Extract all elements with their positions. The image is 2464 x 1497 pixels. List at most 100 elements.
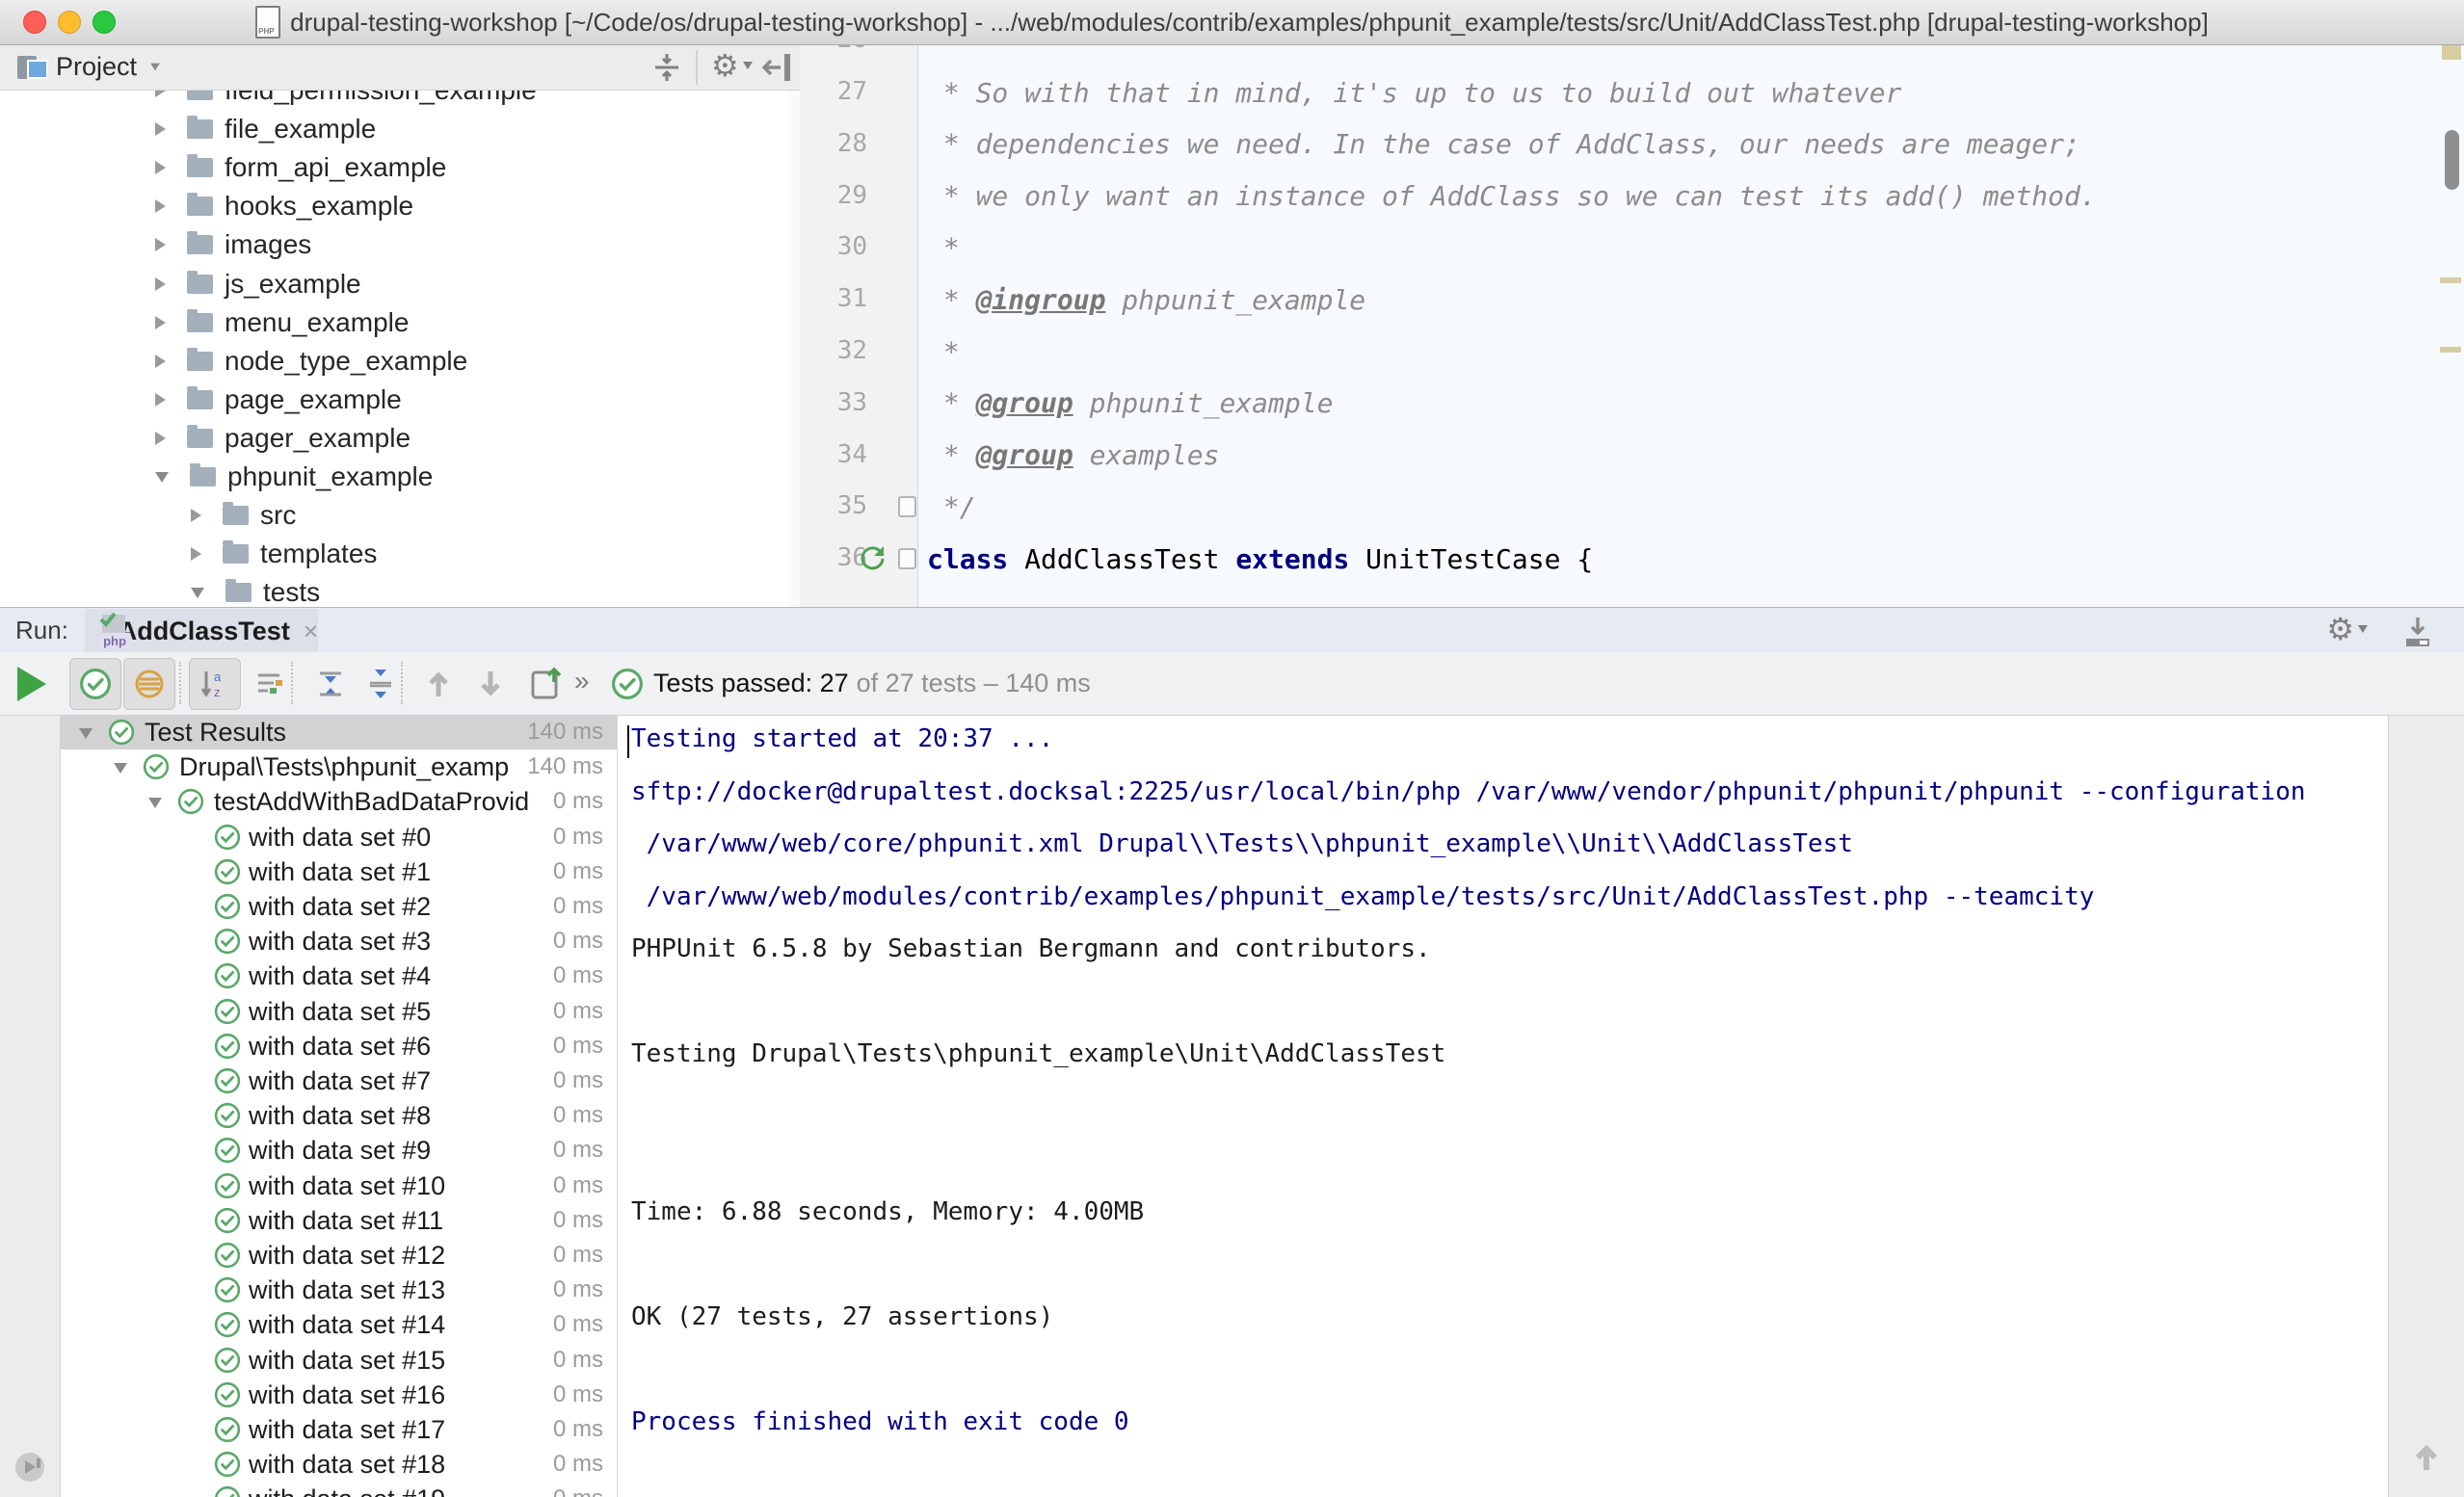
test-tree-row[interactable]: with data set #130 ms — [60, 1273, 617, 1307]
test-tree-row[interactable]: testAddWithBadDataProvid0 ms — [60, 784, 617, 819]
project-tree-item[interactable]: tests — [0, 573, 977, 612]
test-tree-row[interactable]: Test Results140 ms — [60, 715, 617, 749]
project-panel-title[interactable]: Project — [56, 52, 137, 82]
minimize-window-button[interactable] — [58, 11, 81, 34]
fold-marker[interactable] — [898, 548, 916, 569]
test-name: with data set #13 — [249, 1275, 445, 1305]
test-tree-row[interactable]: with data set #150 ms — [60, 1343, 617, 1378]
sort-by-duration-button[interactable] — [243, 658, 295, 710]
test-tree-row[interactable]: with data set #30 ms — [60, 924, 617, 959]
expand-all-button[interactable] — [305, 658, 357, 710]
test-tree-row[interactable]: with data set #110 ms — [60, 1203, 617, 1238]
line-number: 35 — [800, 491, 867, 520]
run-test-gutter-icon[interactable] — [858, 544, 887, 578]
test-tree-row[interactable]: with data set #120 ms — [60, 1238, 617, 1273]
test-tree-row[interactable]: with data set #90 ms — [60, 1133, 617, 1168]
code-segment: * — [927, 439, 976, 471]
scrollbar-marker — [2440, 277, 2461, 283]
run-panel-tab-bar: Run: php AddClassTest × ⚙ — [0, 607, 2464, 653]
test-tree-row[interactable]: with data set #100 ms — [60, 1169, 617, 1203]
close-window-button[interactable] — [23, 11, 46, 34]
run-panel-settings-button[interactable]: ⚙ — [2326, 614, 2368, 644]
run-left-toolbar — [0, 715, 61, 1497]
console-caret — [627, 725, 629, 758]
project-panel-header: Project ⚙ — [0, 44, 800, 91]
test-tree-row[interactable]: with data set #170 ms — [60, 1412, 617, 1447]
close-tab-icon[interactable]: × — [304, 617, 318, 646]
chevron-down-icon[interactable] — [150, 64, 160, 71]
chevron-right-icon[interactable] — [155, 393, 166, 407]
chevron-down-icon[interactable] — [114, 763, 127, 774]
line-number: 32 — [800, 336, 867, 365]
previous-failed-test-button[interactable] — [412, 658, 464, 710]
test-tree-row[interactable]: with data set #10 ms — [60, 854, 617, 889]
chevron-right-icon[interactable] — [155, 277, 166, 291]
hide-panel-button[interactable] — [761, 52, 794, 88]
test-tree-row[interactable]: with data set #00 ms — [60, 820, 617, 854]
chevron-right-icon[interactable] — [155, 161, 166, 174]
test-tree-row[interactable]: with data set #50 ms — [60, 994, 617, 1029]
test-passed-icon — [214, 1033, 241, 1060]
folder-icon — [187, 313, 213, 332]
show-passed-toggle[interactable] — [69, 658, 121, 710]
chevron-right-icon[interactable] — [155, 316, 166, 329]
test-tree-row[interactable]: with data set #80 ms — [60, 1098, 617, 1133]
test-tree-row[interactable]: with data set #16 0 ms — [60, 1378, 617, 1412]
test-tree-row[interactable]: Drupal\Tests\phpunit_examp140 ms — [60, 749, 617, 784]
zoom-window-button[interactable] — [93, 11, 116, 34]
chevron-right-icon[interactable] — [155, 122, 166, 136]
show-ignored-toggle[interactable] — [123, 658, 175, 710]
project-settings-button[interactable]: ⚙ — [711, 50, 753, 81]
test-tree-row[interactable]: with data set #190 ms — [60, 1482, 617, 1497]
chevron-right-icon[interactable] — [155, 199, 166, 213]
test-name: with data set #9 — [249, 1136, 431, 1166]
scroll-up-icon[interactable] — [2410, 1439, 2443, 1479]
test-tree-row[interactable]: with data set #180 ms — [60, 1447, 617, 1482]
test-name: with data set #16 — [249, 1380, 445, 1410]
collapse-all-button[interactable] — [649, 52, 684, 88]
chevron-right-icon[interactable] — [155, 238, 166, 251]
folder-icon — [187, 197, 213, 216]
code-segment: @ingroup — [976, 284, 1106, 316]
run-tab-addclasstest[interactable]: php AddClassTest × — [85, 609, 318, 653]
chevron-down-icon[interactable] — [155, 472, 169, 483]
code-line: * — [927, 332, 960, 371]
code-segment: * we only want an instance of AddClass s… — [927, 180, 2097, 212]
chevron-down-icon[interactable] — [148, 798, 162, 808]
test-passed-icon — [214, 858, 241, 885]
test-tree-row[interactable]: with data set #20 ms — [60, 889, 617, 924]
svg-text:z: z — [214, 685, 221, 699]
toolbar-overflow-chevron[interactable]: » — [574, 666, 590, 696]
sort-alphabetically-toggle[interactable]: az — [189, 658, 241, 710]
chevron-right-icon[interactable] — [155, 432, 166, 445]
test-tree-row[interactable]: with data set #140 ms — [60, 1307, 617, 1342]
import-test-results-button[interactable] — [520, 658, 572, 710]
line-number: 27 — [800, 77, 867, 106]
next-failed-test-button[interactable] — [464, 658, 517, 710]
toolbar-separator — [401, 662, 403, 704]
collapse-all-button[interactable] — [355, 658, 407, 710]
test-tree-row[interactable]: with data set #60 ms — [60, 1029, 617, 1064]
test-duration: 0 ms — [553, 1381, 603, 1408]
chevron-right-icon[interactable] — [191, 547, 201, 561]
rerun-tests-button[interactable] — [6, 658, 58, 710]
test-name: testAddWithBadDataProvid — [214, 787, 529, 817]
chevron-right-icon[interactable] — [191, 509, 201, 522]
chevron-down-icon[interactable] — [79, 728, 93, 739]
fold-marker[interactable] — [898, 496, 916, 517]
dock-panel-button[interactable] — [2400, 616, 2435, 653]
test-passed-icon — [214, 962, 241, 989]
folder-icon — [223, 506, 249, 525]
chevron-down-icon[interactable] — [191, 588, 204, 598]
code-segment: extends — [1235, 543, 1349, 575]
editor-scrollbar-thumb[interactable] — [2445, 130, 2459, 190]
chevron-right-icon[interactable] — [155, 355, 166, 368]
test-duration: 0 ms — [553, 1347, 603, 1374]
toolbar-separator — [179, 662, 181, 704]
code-line: * @group phpunit_example — [927, 384, 1333, 423]
code-segment: */ — [927, 491, 976, 523]
rerun-icon[interactable] — [13, 1451, 46, 1488]
folder-icon — [223, 544, 249, 564]
test-tree-row[interactable]: with data set #70 ms — [60, 1064, 617, 1098]
test-tree-row[interactable]: with data set #40 ms — [60, 959, 617, 993]
